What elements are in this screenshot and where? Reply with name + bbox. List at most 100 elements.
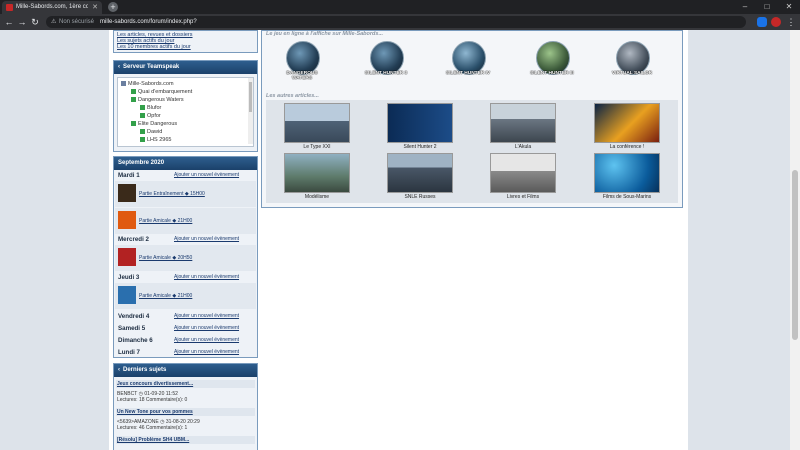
event-item[interactable]: Partie Amicale ◆ 21H00 — [115, 208, 256, 234]
game-badge[interactable]: SILENT HUNTER III — [530, 41, 574, 87]
article-caption[interactable]: Silent Hunter 2 — [387, 144, 453, 150]
articles-section-title: Les autres articles... — [266, 93, 319, 99]
event-thumbnail — [118, 184, 136, 202]
calendar-box: Septembre 2020 Mardi 1 Ajouter un nouvel… — [113, 156, 258, 358]
topic-stats: Lectures: 46 Commentaire(s): 1 — [117, 425, 188, 431]
topic-item: [Résolu] Problème SH4 UBM... — [116, 436, 255, 444]
event-thumbnail — [118, 211, 136, 229]
tab-strip: Mille-Sabords.com, 1ère commu... ✕ + – □… — [0, 0, 800, 14]
reload-icon[interactable]: ↻ — [29, 16, 41, 28]
add-event-link[interactable]: Ajouter un nouvel évènement — [174, 236, 239, 242]
event-link[interactable]: Partie Amicale ◆ 21H00 — [139, 218, 192, 224]
topic-item: Un New Tone pour vos pommes <5639>AMAZON… — [116, 408, 255, 431]
add-event-link[interactable]: Ajouter un nouvel évènement — [174, 325, 239, 331]
tree-scrollbar[interactable] — [248, 78, 253, 144]
event-item[interactable]: Partie Amicale ◆ 20H50 — [115, 245, 256, 271]
maximize-icon[interactable]: □ — [756, 0, 778, 14]
topic-item: Jeux concours divertissement... BENBCT ◷… — [116, 380, 255, 403]
page-scroll-thumb[interactable] — [792, 170, 798, 340]
channel-label: Elite Dangerous — [138, 121, 178, 127]
close-window-icon[interactable]: ✕ — [778, 0, 800, 14]
add-event-link[interactable]: Ajouter un nouvel évènement — [174, 274, 239, 280]
warning-icon: ⚠ — [51, 19, 57, 25]
article-card[interactable]: Livres et Films — [490, 153, 556, 200]
article-card[interactable]: Films de Sous-Marins — [594, 153, 660, 200]
article-image — [490, 103, 556, 143]
topic-title-link[interactable]: Un New Tone pour vos pommes — [116, 408, 255, 416]
game-logo — [616, 41, 650, 75]
article-caption[interactable]: Le Type XXI — [284, 144, 350, 150]
event-link[interactable]: Partie Amicale ◆ 20H50 — [139, 255, 192, 261]
minimize-icon[interactable]: – — [734, 0, 756, 14]
game-badge[interactable]: SILENT HUNTER 3 — [365, 41, 407, 87]
forum-page: Les articles, revues et dossiers Les suj… — [109, 30, 688, 450]
add-event-link[interactable]: Ajouter un nouvel évènement — [174, 313, 239, 319]
channel-node[interactable]: Opfor — [140, 113, 161, 119]
profile-avatar[interactable] — [771, 17, 781, 27]
channel-icon — [140, 113, 145, 119]
add-event-link[interactable]: Ajouter un nouvel évènement — [174, 172, 239, 178]
game-logo — [452, 41, 486, 75]
article-card[interactable]: Le Type XXI — [284, 103, 350, 150]
page-scrollbar[interactable] — [790, 30, 800, 450]
address-bar[interactable]: ⚠ Non sécurisé mille-sabords.com/forum/i… — [46, 16, 746, 28]
article-card[interactable]: La conférence ! — [594, 103, 660, 150]
game-name: SILENT HUNTER 3 — [364, 71, 408, 76]
forward-icon[interactable]: → — [16, 16, 28, 28]
tree-scroll-thumb[interactable] — [249, 82, 252, 112]
channel-icon — [140, 105, 145, 111]
channel-node[interactable]: Dawid — [140, 129, 162, 135]
game-badge[interactable]: DANGEROUS WATERS — [284, 41, 320, 87]
article-caption[interactable]: L'Akula — [490, 144, 556, 150]
topic-title-link[interactable]: Jeux concours divertissement... — [116, 380, 255, 388]
game-badge[interactable]: SILENT HUNTER IV — [446, 41, 490, 87]
article-caption[interactable]: Modélisme — [284, 194, 350, 200]
event-item[interactable]: Partie Amicale ◆ 21H00 — [115, 283, 256, 309]
add-event-link[interactable]: Ajouter un nouvel évènement — [174, 349, 239, 355]
article-card[interactable]: Modélisme — [284, 153, 350, 200]
article-caption[interactable]: SNLE Russes — [387, 194, 453, 200]
topic-stats: Lectures: 18 Commentaire(s): 0 — [117, 397, 188, 403]
topic-title-link[interactable]: [Résolu] Problème SH4 UBM... — [116, 436, 255, 444]
article-card[interactable]: L'Akula — [490, 103, 556, 150]
article-caption[interactable]: Films de Sous-Marins — [594, 194, 660, 200]
channel-node[interactable]: Quai d'embarquement — [131, 89, 192, 95]
game-logo — [536, 41, 570, 75]
event-item[interactable]: Partie Entraînement ◆ 15H00 — [115, 181, 256, 207]
server-name: Mille-Sabords.com — [128, 81, 174, 87]
channel-icon — [131, 89, 136, 95]
quick-links-box: Les articles, revues et dossiers Les suj… — [113, 30, 258, 53]
channel-node[interactable]: Elite Dangerous — [131, 121, 177, 127]
channel-label: LHS 2965 — [147, 137, 172, 143]
article-caption[interactable]: Livres et Films — [490, 194, 556, 200]
channel-label: Dawid — [147, 129, 163, 135]
game-badge[interactable]: VIRTUAL SAILOR — [612, 41, 652, 87]
channel-label: Quai d'embarquement — [138, 89, 193, 95]
event-link[interactable]: Partie Amicale ◆ 21H00 — [139, 293, 192, 299]
new-tab-button[interactable]: + — [108, 2, 118, 12]
article-caption[interactable]: La conférence ! — [594, 144, 660, 150]
channel-node[interactable]: Blufor — [140, 105, 161, 111]
link-active-members[interactable]: Les 10 membres actifs du jour — [114, 44, 257, 50]
games-section-title: Le jeu en ligne à l'affiche sur Mille-Sa… — [266, 31, 384, 37]
channel-icon — [131, 97, 136, 103]
add-event-link[interactable]: Ajouter un nouvel évènement — [174, 337, 239, 343]
back-icon[interactable]: ← — [3, 16, 15, 28]
channel-node[interactable]: Dangerous Waters — [131, 97, 184, 103]
channel-node[interactable]: LHS 2965 — [140, 137, 171, 143]
event-thumbnail — [118, 248, 136, 266]
article-image — [594, 103, 660, 143]
menu-icon[interactable]: ⋮ — [785, 16, 797, 28]
article-card[interactable]: SNLE Russes — [387, 153, 453, 200]
channel-icon — [140, 137, 145, 143]
extension-icon[interactable] — [757, 17, 767, 27]
close-tab-icon[interactable]: ✕ — [92, 1, 98, 14]
article-image — [284, 153, 350, 193]
channel-label: Opfor — [147, 113, 161, 119]
browser-tab[interactable]: Mille-Sabords.com, 1ère commu... ✕ — [2, 1, 102, 14]
article-card[interactable]: Silent Hunter 2 — [387, 103, 453, 150]
teamspeak-tree[interactable]: Mille-Sabords.com Quai d'embarquement Da… — [117, 77, 254, 147]
server-node[interactable]: Mille-Sabords.com — [121, 81, 174, 87]
channel-icon — [131, 121, 136, 127]
event-link[interactable]: Partie Entraînement ◆ 15H00 — [139, 191, 205, 197]
